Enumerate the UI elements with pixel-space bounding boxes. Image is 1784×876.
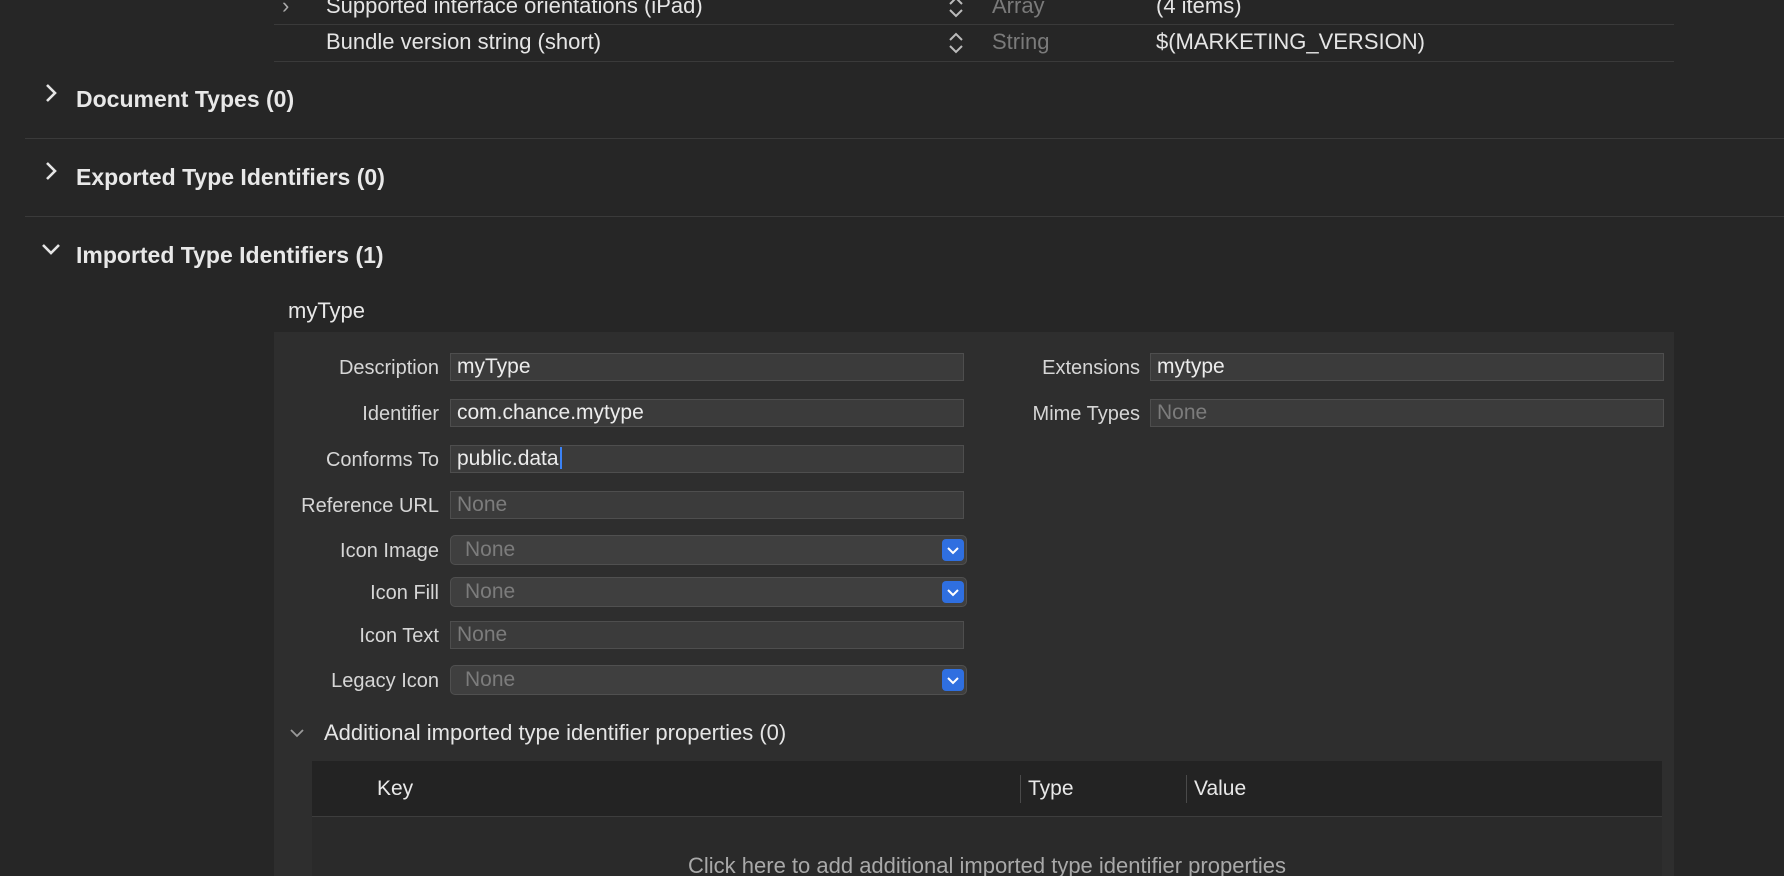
section-exported-type-identifiers[interactable]: Exported Type Identifiers (0)	[25, 139, 1784, 217]
info-plist-editor: › Supported interface orientations (iPad…	[0, 0, 1784, 876]
additional-properties-table[interactable]: Key Type Value Click here to add additio…	[312, 761, 1662, 876]
plist-table: › Supported interface orientations (iPad…	[274, 0, 1674, 62]
chevron-down-icon[interactable]	[942, 669, 964, 691]
additional-properties-title: Additional imported type identifier prop…	[324, 720, 787, 745]
imported-type-name: myType	[288, 298, 366, 323]
conforms-to-field[interactable]: public.data	[450, 445, 964, 473]
icon-fill-popup[interactable]: None	[450, 577, 967, 607]
section-title: Imported Type Identifiers (1)	[76, 242, 384, 268]
icon-fill-label: Icon Fill	[370, 582, 439, 604]
chevron-down-icon[interactable]	[942, 539, 964, 561]
legacy-icon-value: None	[465, 668, 516, 691]
identifier-label: Identifier	[362, 403, 439, 425]
conforms-to-value: public.data	[457, 447, 559, 470]
plist-key: Bundle version string (short)	[326, 29, 602, 54]
plist-row[interactable]: › Supported interface orientations (iPad…	[274, 0, 1674, 25]
icon-image-value: None	[465, 538, 516, 561]
icon-text-field[interactable]: None	[450, 621, 964, 649]
plist-type: String	[992, 29, 1050, 54]
icon-fill-value: None	[465, 580, 516, 603]
section-imported-type-identifiers[interactable]: Imported Type Identifiers (1)	[25, 217, 1784, 294]
column-divider[interactable]	[1020, 775, 1021, 803]
chevron-down-icon[interactable]	[942, 581, 964, 603]
plist-row[interactable]: Bundle version string (short) String $(M…	[274, 24, 1674, 60]
section-title: Document Types (0)	[76, 86, 295, 112]
chevron-right-icon[interactable]	[39, 159, 63, 183]
description-label: Description	[338, 357, 439, 379]
add-property-hint[interactable]: Click here to add additional imported ty…	[312, 853, 1662, 876]
reference-url-field[interactable]: None	[450, 491, 964, 519]
legacy-icon-label: Legacy Icon	[331, 670, 439, 692]
column-header-key[interactable]: Key	[377, 761, 413, 816]
table-header: Key Type Value	[312, 761, 1662, 817]
chevron-right-icon[interactable]: ›	[282, 0, 302, 24]
text-cursor	[559, 447, 562, 469]
description-field[interactable]: myType	[450, 353, 964, 381]
column-header-type[interactable]: Type	[1028, 761, 1074, 816]
extensions-label: Extensions	[1042, 357, 1140, 379]
mime-types-field[interactable]: None	[1150, 399, 1664, 427]
icon-image-popup[interactable]: None	[450, 535, 967, 565]
identifier-field[interactable]: com.chance.mytype	[450, 399, 964, 427]
icon-text-label: Icon Text	[359, 625, 439, 647]
additional-properties-disclosure[interactable]: Additional imported type identifier prop…	[288, 716, 1188, 750]
mime-types-label: Mime Types	[1032, 403, 1140, 425]
column-header-value[interactable]: Value	[1194, 761, 1246, 816]
conforms-to-label: Conforms To	[325, 449, 439, 471]
icon-image-label: Icon Image	[340, 540, 439, 562]
chevron-right-icon[interactable]	[39, 81, 63, 105]
column-divider[interactable]	[1186, 775, 1187, 803]
plist-value[interactable]: (4 items)	[1156, 0, 1242, 24]
up-down-stepper-icon[interactable]	[946, 30, 966, 56]
extensions-field[interactable]: mytype	[1150, 353, 1664, 381]
reference-url-label: Reference URL	[301, 495, 439, 517]
up-down-stepper-icon[interactable]	[946, 0, 966, 20]
plist-type: Array	[992, 0, 1045, 18]
chevron-down-icon[interactable]	[288, 724, 306, 742]
section-title: Exported Type Identifiers (0)	[76, 164, 385, 190]
chevron-down-icon[interactable]	[39, 237, 63, 261]
legacy-icon-popup[interactable]: None	[450, 665, 967, 695]
plist-key: Supported interface orientations (iPad)	[326, 0, 703, 18]
section-document-types[interactable]: Document Types (0)	[25, 61, 1784, 139]
plist-value[interactable]: $(MARKETING_VERSION)	[1156, 24, 1425, 60]
